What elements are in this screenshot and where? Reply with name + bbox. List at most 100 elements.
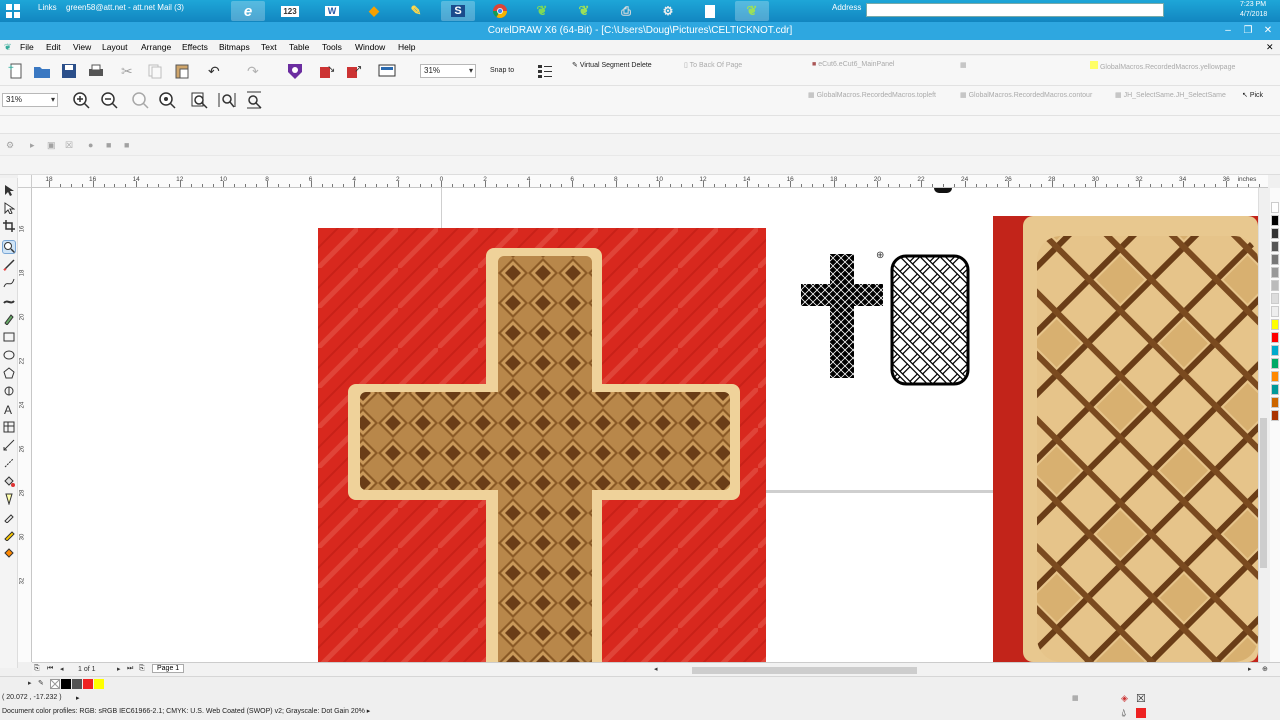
zoom-out-icon[interactable] <box>100 91 118 109</box>
tools-app-icon[interactable]: ⚙ <box>651 1 685 21</box>
app-menu-icon[interactable]: ❦ <box>4 42 12 53</box>
menu-view[interactable]: View <box>73 42 91 52</box>
application-launcher-icon[interactable] <box>378 62 396 80</box>
palette-swatch[interactable] <box>1271 345 1279 356</box>
eyedropper-palette-icon[interactable]: ✎ <box>38 679 44 687</box>
menu-text[interactable]: Text <box>261 42 277 52</box>
outline-tool-icon[interactable] <box>3 529 15 542</box>
zoom-level-combo[interactable]: 31% <box>420 64 476 78</box>
page-tab[interactable]: Page 1 <box>152 664 185 673</box>
next-page-icon[interactable]: ▸ <box>117 665 121 673</box>
palette-arrow-icon[interactable]: ▸ <box>28 679 32 687</box>
wood-knot-photo-bitmap[interactable] <box>993 216 1258 662</box>
scroll-right-icon[interactable]: ▸ <box>1248 665 1252 673</box>
palette-swatch[interactable] <box>1271 319 1279 330</box>
menu-help[interactable]: Help <box>398 42 415 52</box>
palette-swatch[interactable] <box>1271 332 1279 343</box>
basic-shapes-tool-icon[interactable] <box>3 385 15 397</box>
menu-window[interactable]: Window <box>355 42 385 52</box>
document-color-profiles[interactable]: Document color profiles: RGB: sRGB IEC61… <box>2 707 370 715</box>
pick-tool-icon[interactable] <box>3 184 15 196</box>
shape-tool-icon[interactable] <box>3 202 16 215</box>
swatch-none[interactable] <box>50 679 60 689</box>
palette-swatch[interactable] <box>1271 384 1279 395</box>
options-icon[interactable] <box>536 62 554 80</box>
palette-swatch[interactable] <box>1271 241 1279 252</box>
scroll-left-icon[interactable]: ◂ <box>654 665 658 673</box>
page-add-icon-2[interactable]: ⎘ <box>139 665 145 673</box>
palette-swatch[interactable] <box>1271 410 1279 421</box>
palette-swatch[interactable] <box>1271 202 1279 213</box>
vertical-ruler[interactable]: 16 18 20 22 24 26 28 30 32 <box>18 188 32 662</box>
coreldraw-taskbar-icon[interactable]: ❦ <box>735 1 769 21</box>
print-icon[interactable] <box>87 62 105 80</box>
palette-swatch[interactable] <box>1271 228 1279 239</box>
calendar-app-icon[interactable]: 123 <box>273 1 307 21</box>
zoom-to-page-width-icon[interactable] <box>218 91 236 109</box>
table-tool-icon[interactable] <box>3 421 15 433</box>
zoom-to-page-icon[interactable] <box>190 91 208 109</box>
links-label[interactable]: Links <box>38 3 57 12</box>
zoom-to-page-height-icon[interactable] <box>245 91 263 109</box>
new-document-icon[interactable]: + <box>7 62 25 80</box>
paste-icon[interactable] <box>173 62 191 80</box>
color-palette[interactable] <box>1270 188 1280 662</box>
zoom-all-objects-icon[interactable] <box>158 91 176 109</box>
undo-icon[interactable]: ↶ <box>206 62 224 80</box>
yellow-page-macro-button[interactable]: GlobalMacros.RecordedMacros.yellowpage <box>1090 61 1235 71</box>
macro-topleft-button[interactable]: ▦ GlobalMacros.RecordedMacros.topleft <box>808 91 936 99</box>
celtic-knot-panel-vector[interactable] <box>890 254 970 386</box>
polygon-tool-icon[interactable] <box>3 367 15 379</box>
palette-swatch[interactable] <box>1271 306 1279 317</box>
s-app-icon[interactable]: S <box>441 1 475 21</box>
pen-indicator-icon[interactable]: ⍙ <box>1121 707 1126 718</box>
object-fragment[interactable] <box>934 188 952 193</box>
horizontal-ruler[interactable]: 18 16 14 12 10 8 6 4 2 0 2 4 6 8 10 12 14 16 18 20 22 24 26 28 3… <box>32 175 1268 188</box>
to-back-of-page-button[interactable]: ▯ To Back Of Page <box>684 61 742 69</box>
macro-placeholder-icon[interactable]: ▦ <box>960 61 967 69</box>
swatch-red[interactable] <box>83 679 93 689</box>
palette-swatch[interactable] <box>1271 358 1279 369</box>
interactive-fill-tool-icon[interactable] <box>3 475 15 487</box>
corel-leaf-icon[interactable]: ❦ <box>525 1 559 21</box>
word-document-icon[interactable]: W <box>315 1 349 21</box>
text-tool-icon[interactable]: A <box>3 403 15 417</box>
palette-swatch[interactable] <box>1271 215 1279 226</box>
outline-none-icon[interactable]: ☒ <box>1136 692 1146 705</box>
page-add-icon[interactable]: ⎘ <box>34 665 40 673</box>
smudge-tool-icon[interactable] <box>3 313 15 326</box>
menu-bitmaps[interactable]: Bitmaps <box>219 42 250 52</box>
drawing-canvas[interactable]: ⊕ <box>32 188 1258 662</box>
lock-icon[interactable]: ▣ <box>47 140 56 151</box>
minimize-icon[interactable]: – <box>1220 22 1236 40</box>
palette-swatch[interactable] <box>1271 267 1279 278</box>
outline-color-swatch[interactable] <box>1136 708 1146 718</box>
windows-start-icon[interactable] <box>2 1 24 21</box>
cross-photo-bitmap[interactable] <box>318 228 766 662</box>
menu-arrange[interactable]: Arrange <box>141 42 171 52</box>
zoom-tool-icon[interactable] <box>2 240 16 254</box>
palette-swatch[interactable] <box>1271 397 1279 408</box>
macro-contour-button[interactable]: ▦ GlobalMacros.RecordedMacros.contour <box>960 91 1092 99</box>
ruler-origin[interactable] <box>18 175 32 188</box>
rectangle-tool-icon[interactable] <box>3 331 15 343</box>
virtual-segment-delete-button[interactable]: ✎ Virtual Segment Delete <box>572 61 652 69</box>
doc-close-icon[interactable]: ✕ <box>1266 42 1274 53</box>
palette-swatch[interactable] <box>1271 293 1279 304</box>
vertical-scrollbar[interactable] <box>1258 188 1268 662</box>
ellipse-tool-icon[interactable] <box>3 349 15 361</box>
export-icon[interactable]: ↗ <box>345 62 363 80</box>
save-icon[interactable] <box>60 62 78 80</box>
corel-leaf-icon-2[interactable]: ❦ <box>567 1 601 21</box>
ie-browser-icon[interactable]: e <box>231 1 265 21</box>
menu-effects[interactable]: Effects <box>182 42 208 52</box>
palette-swatch[interactable] <box>1271 371 1279 382</box>
menu-tools[interactable]: Tools <box>322 42 342 52</box>
snap-to-dropdown[interactable]: Snap to <box>490 67 514 74</box>
connector-tool-icon[interactable] <box>3 457 15 469</box>
horizontal-scroll-thumb[interactable] <box>692 667 917 674</box>
menu-file[interactable]: File <box>20 42 34 52</box>
menu-edit[interactable]: Edit <box>46 42 61 52</box>
pick-tool-button[interactable]: ↖ Pick <box>1242 91 1263 99</box>
open-folder-icon[interactable] <box>33 62 51 80</box>
